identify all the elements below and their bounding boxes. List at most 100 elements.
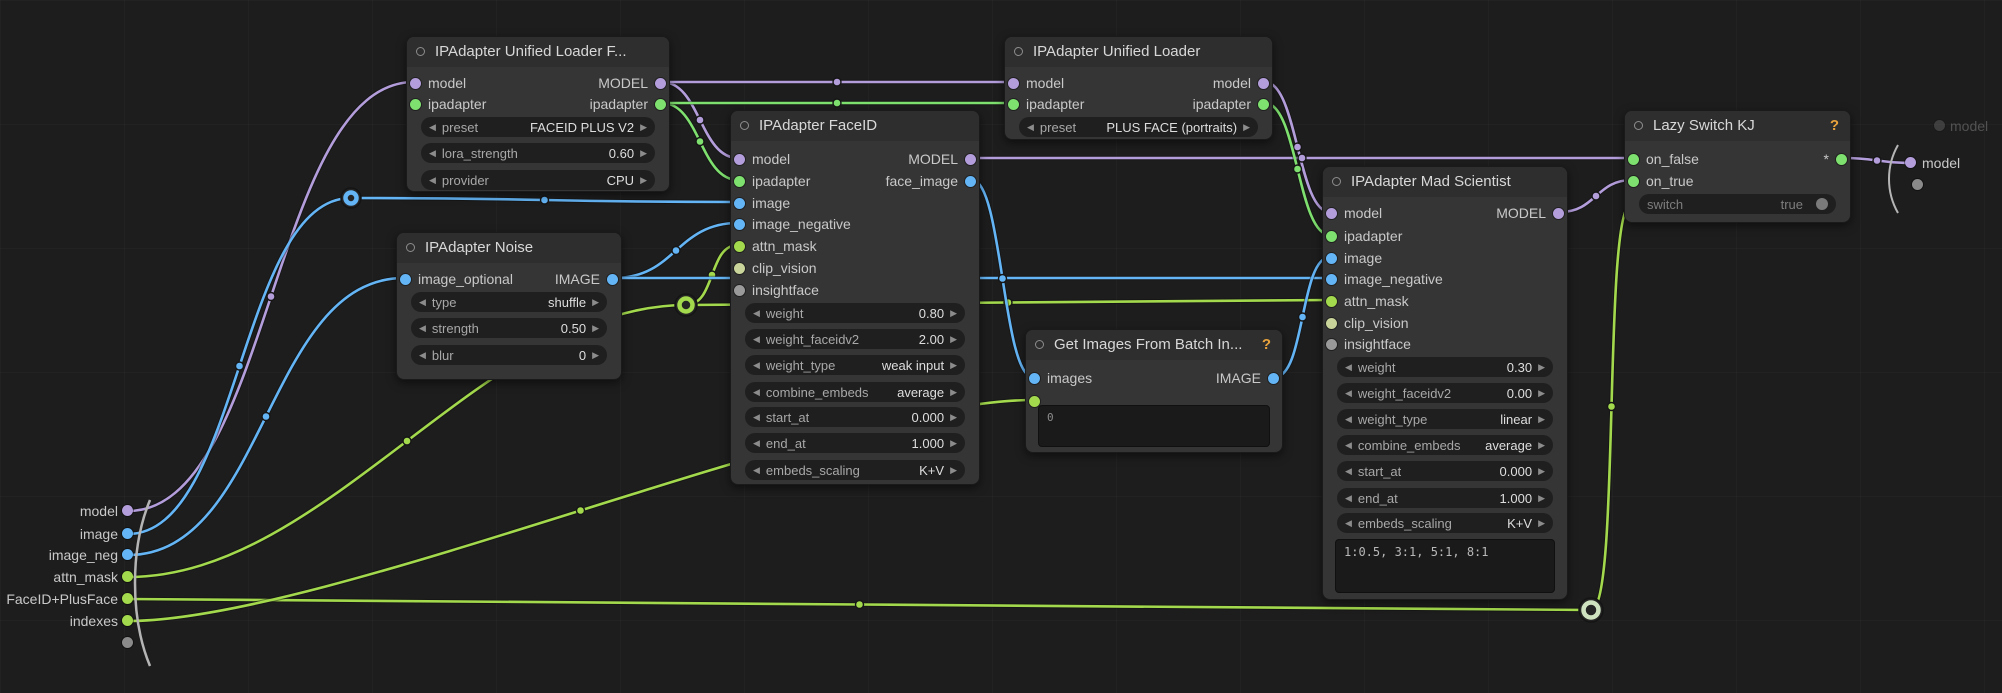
- widget-type[interactable]: ◀ type shuffle ▶: [411, 292, 607, 312]
- port-dot[interactable]: [655, 98, 666, 110]
- port-dot[interactable]: [1628, 175, 1639, 187]
- node-graph-canvas[interactable]: model image image_neg attn_mask FaceID+P…: [0, 0, 2002, 693]
- input-image[interactable]: image: [1326, 248, 1382, 268]
- port-dot[interactable]: [1836, 153, 1847, 165]
- increment-arrow-icon[interactable]: ▶: [1538, 518, 1545, 529]
- port-dot[interactable]: [1326, 273, 1337, 285]
- port-dot[interactable]: [734, 197, 745, 209]
- decrement-arrow-icon[interactable]: ◀: [1345, 493, 1352, 504]
- port-dot[interactable]: [734, 175, 745, 187]
- widget-start-at[interactable]: ◀ start_at 0.000 ▶: [745, 407, 965, 427]
- node-title-bar[interactable]: Get Images From Batch In... ?: [1026, 330, 1282, 360]
- port-dot[interactable]: [1326, 295, 1337, 307]
- increment-arrow-icon[interactable]: ▶: [950, 334, 957, 345]
- decrement-arrow-icon[interactable]: ◀: [429, 175, 436, 186]
- output-ipadapter[interactable]: ipadapter: [590, 94, 666, 114]
- increment-arrow-icon[interactable]: ▶: [640, 122, 647, 133]
- port-dot[interactable]: [965, 153, 976, 165]
- decrement-arrow-icon[interactable]: ◀: [753, 360, 760, 371]
- widget-weight[interactable]: ◀ weight 0.80 ▶: [745, 303, 965, 323]
- output-model[interactable]: model: [1213, 73, 1269, 93]
- input-clip-vision[interactable]: clip_vision: [734, 258, 817, 278]
- input-image-negative[interactable]: image_negative: [1326, 269, 1443, 289]
- output-any[interactable]: *: [1824, 149, 1847, 169]
- decrement-arrow-icon[interactable]: ◀: [753, 412, 760, 423]
- input-on-true[interactable]: on_true: [1628, 171, 1693, 191]
- group-input-port-indexes[interactable]: [122, 615, 133, 626]
- input-model[interactable]: model: [1008, 73, 1064, 93]
- group-input-port-unassigned[interactable]: [122, 637, 133, 648]
- increment-arrow-icon[interactable]: ▶: [592, 350, 599, 361]
- increment-arrow-icon[interactable]: ▶: [1538, 440, 1545, 451]
- input-image-optional[interactable]: image_optional: [400, 269, 513, 289]
- output-image[interactable]: IMAGE: [555, 269, 618, 289]
- node-title-bar[interactable]: IPAdapter Noise: [397, 233, 621, 263]
- port-dot[interactable]: [1326, 207, 1337, 219]
- node-get-images-from-batch-indexed[interactable]: Get Images From Batch In... ? images IMA…: [1025, 329, 1283, 453]
- output-model[interactable]: MODEL: [908, 149, 976, 169]
- node-title-bar[interactable]: IPAdapter Unified Loader F...: [407, 37, 669, 67]
- collapse-dot[interactable]: [740, 121, 749, 130]
- faceidv2-weights-textbox[interactable]: 1:0.5, 3:1, 5:1, 8:1: [1335, 539, 1555, 593]
- node-ipadapter-unified-loader-faceid[interactable]: IPAdapter Unified Loader F... model ipad…: [406, 36, 670, 192]
- decrement-arrow-icon[interactable]: ◀: [753, 308, 760, 319]
- group-input-port-image-neg[interactable]: [122, 549, 133, 560]
- increment-arrow-icon[interactable]: ▶: [950, 387, 957, 398]
- node-ipadapter-noise[interactable]: IPAdapter Noise image_optional IMAGE ◀ t…: [396, 232, 622, 380]
- collapse-dot[interactable]: [416, 47, 425, 56]
- widget-embeds-scaling[interactable]: ◀ embeds_scaling K+V ▶: [1337, 513, 1553, 533]
- input-model[interactable]: model: [410, 73, 466, 93]
- port-dot[interactable]: [734, 284, 745, 296]
- node-ipadapter-faceid[interactable]: IPAdapter FaceID model ipadapter image i…: [730, 110, 980, 485]
- collapse-dot[interactable]: [1332, 177, 1341, 186]
- decrement-arrow-icon[interactable]: ◀: [753, 334, 760, 345]
- port-dot[interactable]: [1258, 77, 1269, 89]
- input-ipadapter[interactable]: ipadapter: [734, 171, 810, 191]
- port-dot[interactable]: [607, 273, 618, 285]
- widget-weight-faceidv2[interactable]: ◀ weight_faceidv2 0.00 ▶: [1337, 383, 1553, 403]
- port-dot[interactable]: [1268, 372, 1279, 384]
- decrement-arrow-icon[interactable]: ◀: [419, 323, 426, 334]
- help-icon[interactable]: ?: [1830, 111, 1839, 141]
- port-dot[interactable]: [410, 77, 421, 89]
- decrement-arrow-icon[interactable]: ◀: [419, 297, 426, 308]
- input-images[interactable]: images: [1029, 368, 1092, 388]
- decrement-arrow-icon[interactable]: ◀: [1345, 362, 1352, 373]
- input-image[interactable]: image: [734, 193, 790, 213]
- widget-blur[interactable]: ◀ blur 0 ▶: [411, 345, 607, 365]
- widget-end-at[interactable]: ◀ end_at 1.000 ▶: [745, 433, 965, 453]
- node-lazy-switch-kj[interactable]: Lazy Switch KJ ? on_false on_true * swit…: [1624, 110, 1851, 223]
- widget-weight-type[interactable]: ◀ weight_type weak input ▶: [745, 355, 965, 375]
- input-model[interactable]: model: [1326, 203, 1382, 223]
- input-ipadapter[interactable]: ipadapter: [1008, 94, 1084, 114]
- port-dot[interactable]: [734, 262, 745, 274]
- node-title-bar[interactable]: IPAdapter Mad Scientist: [1323, 167, 1567, 197]
- output-model[interactable]: MODEL: [1496, 203, 1564, 223]
- toggle-icon[interactable]: [1816, 198, 1828, 210]
- widget-start-at[interactable]: ◀ start_at 0.000 ▶: [1337, 461, 1553, 481]
- increment-arrow-icon[interactable]: ▶: [950, 465, 957, 476]
- increment-arrow-icon[interactable]: ▶: [1538, 493, 1545, 504]
- widget-preset[interactable]: ◀ preset FACEID PLUS V2 ▶: [421, 117, 655, 137]
- node-title-bar[interactable]: Lazy Switch KJ ?: [1625, 111, 1850, 141]
- widget-strength[interactable]: ◀ strength 0.50 ▶: [411, 318, 607, 338]
- increment-arrow-icon[interactable]: ▶: [1243, 122, 1250, 133]
- increment-arrow-icon[interactable]: ▶: [1538, 362, 1545, 373]
- port-dot[interactable]: [1258, 98, 1269, 110]
- input-ipadapter[interactable]: ipadapter: [410, 94, 486, 114]
- widget-switch[interactable]: switch true: [1639, 194, 1836, 214]
- increment-arrow-icon[interactable]: ▶: [1538, 466, 1545, 477]
- node-ipadapter-mad-scientist[interactable]: IPAdapter Mad Scientist model ipadapter …: [1322, 166, 1568, 600]
- decrement-arrow-icon[interactable]: ◀: [753, 465, 760, 476]
- group-input-port-faceid-plusface[interactable]: [122, 593, 133, 604]
- input-image-negative[interactable]: image_negative: [734, 214, 851, 234]
- output-image[interactable]: IMAGE: [1216, 368, 1279, 388]
- decrement-arrow-icon[interactable]: ◀: [753, 387, 760, 398]
- port-dot[interactable]: [1326, 338, 1337, 350]
- widget-weight[interactable]: ◀ weight 0.30 ▶: [1337, 357, 1553, 377]
- port-dot[interactable]: [655, 77, 666, 89]
- decrement-arrow-icon[interactable]: ◀: [429, 148, 436, 159]
- output-face-image[interactable]: face_image: [886, 171, 976, 191]
- input-insightface[interactable]: insightface: [734, 280, 819, 300]
- input-insightface[interactable]: insightface: [1326, 334, 1411, 354]
